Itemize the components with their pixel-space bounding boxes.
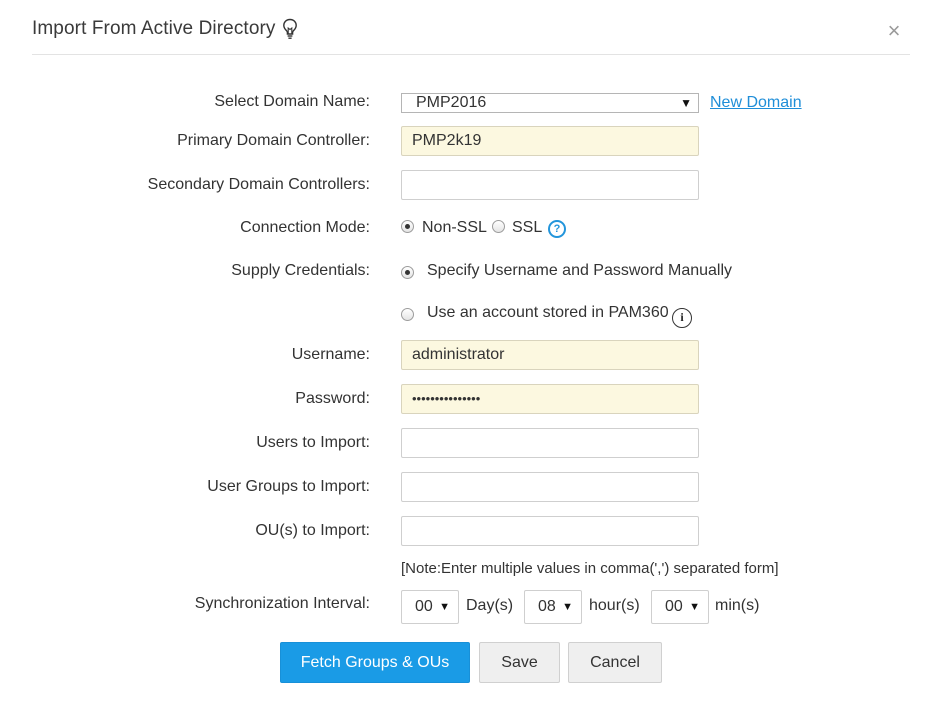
fetch-groups-ous-button[interactable]: Fetch Groups & OUs <box>280 642 470 683</box>
password-label: Password: <box>295 390 370 407</box>
dialog-title: Import From Active Directory <box>32 18 276 39</box>
sync-min-value: 00 <box>665 598 683 615</box>
save-button[interactable]: Save <box>479 642 560 683</box>
lightbulb-icon[interactable] <box>282 18 298 40</box>
domain-select[interactable]: PMP2016 ▼ <box>401 93 699 113</box>
ssl-label: SSL <box>512 219 543 236</box>
manual-credentials-radio[interactable] <box>401 266 414 279</box>
import-ad-dialog: Import From Active Directory × Select Do… <box>0 0 942 706</box>
username-input[interactable] <box>401 340 699 370</box>
users-to-import-input[interactable] <box>401 428 699 458</box>
non-ssl-radio[interactable] <box>401 220 414 233</box>
close-icon[interactable]: × <box>885 20 903 42</box>
stored-account-radio[interactable] <box>401 308 414 321</box>
sync-day-value: 00 <box>415 598 433 615</box>
sync-min-unit: min(s) <box>715 597 760 614</box>
chevron-down-icon: ▼ <box>439 601 450 613</box>
secondary-dc-input[interactable] <box>401 170 699 200</box>
sync-interval-label: Synchronization Interval: <box>194 595 370 612</box>
user-groups-to-import-input[interactable] <box>401 472 699 502</box>
sync-hour-value: 08 <box>538 598 556 615</box>
secondary-dc-label: Secondary Domain Controllers: <box>147 176 370 193</box>
help-icon[interactable]: ? <box>548 220 566 238</box>
sync-day-unit: Day(s) <box>466 597 514 614</box>
supply-credentials-label: Supply Credentials: <box>231 262 370 279</box>
select-domain-label: Select Domain Name: <box>214 93 370 110</box>
sync-hour-select[interactable]: 08 ▼ <box>524 590 582 624</box>
sync-min-select[interactable]: 00 ▼ <box>651 590 709 624</box>
dialog-header: Import From Active Directory <box>32 0 910 55</box>
note-text: [Note:Enter multiple values in comma(','… <box>401 560 779 577</box>
cancel-button[interactable]: Cancel <box>568 642 662 683</box>
sync-hour-unit: hour(s) <box>589 597 640 614</box>
info-icon[interactable]: i <box>672 308 692 328</box>
ous-to-import-input[interactable] <box>401 516 699 546</box>
connection-mode-label: Connection Mode: <box>240 219 370 236</box>
stored-account-label: Use an account stored in PAM360 <box>427 304 669 321</box>
chevron-down-icon: ▼ <box>689 601 700 613</box>
manual-credentials-label: Specify Username and Password Manually <box>427 262 733 279</box>
non-ssl-label: Non-SSL <box>422 219 487 236</box>
domain-select-value: PMP2016 <box>416 94 487 111</box>
ous-to-import-label: OU(s) to Import: <box>255 522 370 539</box>
username-label: Username: <box>291 346 370 363</box>
chevron-down-icon: ▼ <box>562 601 573 613</box>
sync-day-select[interactable]: 00 ▼ <box>401 590 459 624</box>
users-to-import-label: Users to Import: <box>256 434 370 451</box>
password-input[interactable]: ••••••••••••••• <box>401 384 699 414</box>
primary-dc-label: Primary Domain Controller: <box>177 132 370 149</box>
primary-dc-input[interactable] <box>401 126 699 156</box>
chevron-down-icon: ▼ <box>680 96 692 110</box>
new-domain-link[interactable]: New Domain <box>710 94 802 112</box>
ssl-radio[interactable] <box>492 220 505 233</box>
user-groups-to-import-label: User Groups to Import: <box>207 478 370 495</box>
